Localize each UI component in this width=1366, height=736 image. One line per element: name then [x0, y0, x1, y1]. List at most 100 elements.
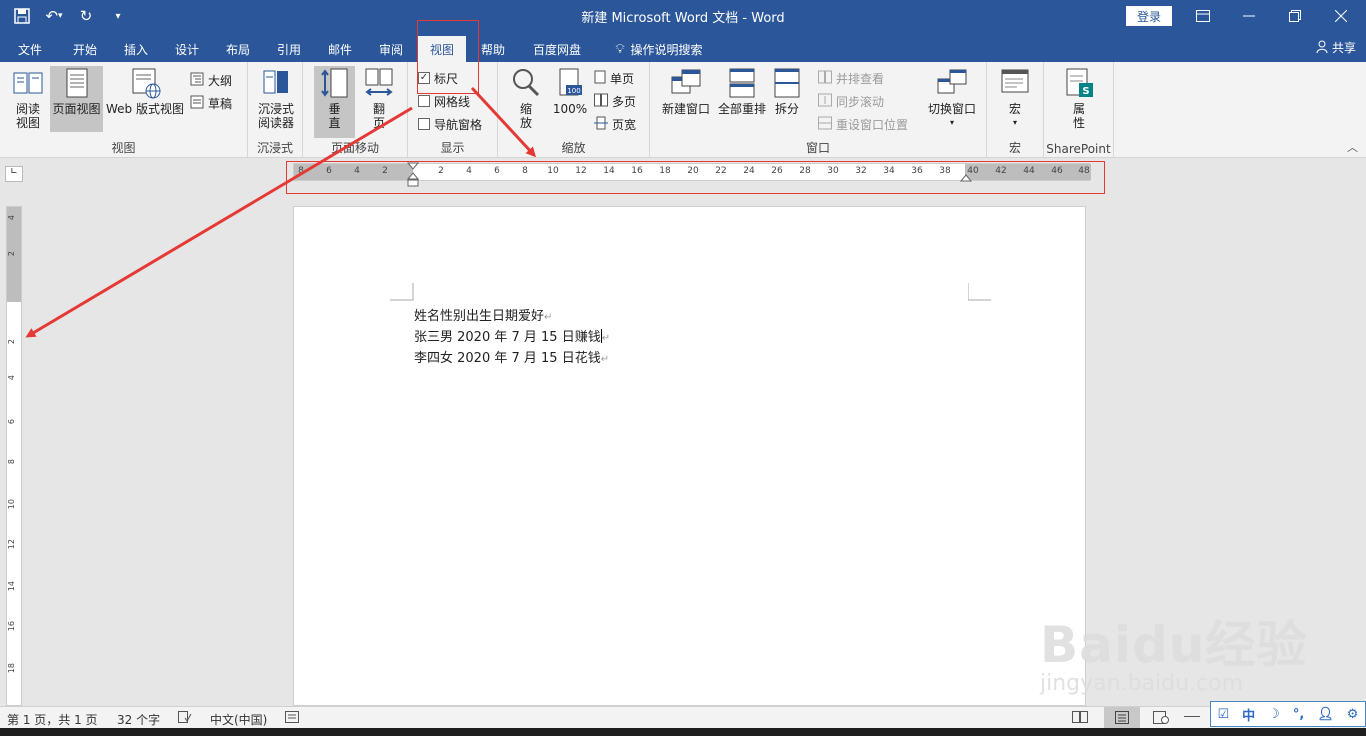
web-layout-view-icon[interactable]: [1153, 711, 1169, 727]
ime-mode-label[interactable]: 中: [1242, 705, 1255, 724]
tab-layout[interactable]: 布局: [216, 36, 260, 62]
tab-design[interactable]: 设计: [164, 36, 210, 62]
language[interactable]: 中文(中国): [210, 711, 267, 728]
macros-button[interactable]: 宏 ▾: [999, 67, 1031, 130]
switch-windows-icon: [936, 67, 968, 99]
ruler-tick: 4: [7, 215, 16, 221]
ruler-tick: 2: [7, 339, 16, 345]
multiple-pages-button[interactable]: 多页: [594, 91, 636, 111]
draft-icon: [190, 95, 204, 112]
login-button[interactable]: 登录: [1126, 6, 1172, 26]
read-mode-view-icon[interactable]: [1072, 711, 1088, 726]
page-width-label: 页宽: [612, 117, 637, 132]
side-to-side-button[interactable]: 翻 页: [359, 67, 399, 130]
zoom-button[interactable]: 缩 放: [510, 67, 542, 130]
gridlines-checkbox[interactable]: 网格线: [418, 91, 470, 111]
tab-tell-me[interactable]: 💡︎ 操作说明搜索: [604, 36, 714, 62]
vertical-ruler[interactable]: 4 2 2 4 6 8 10 12 14 16 18: [6, 206, 22, 706]
ribbon: 阅读 视图 页面视图 Web 版式视图 大纲 草稿 视图 沉浸式 阅读器 沉浸式…: [0, 62, 1366, 158]
outline-button[interactable]: 大纲: [190, 70, 232, 90]
read-mode-button[interactable]: 阅读 视图: [8, 67, 48, 130]
group-window: 新建窗口 全部重排 拆分 并排查看 同步滚动 重设窗口位置 切换窗口 ▾ 窗口: [650, 62, 987, 158]
margin-corner-mark: [390, 283, 414, 301]
close-icon[interactable]: [1318, 4, 1364, 28]
ime-settings-icon[interactable]: ☑: [1218, 707, 1230, 722]
draft-button[interactable]: 草稿: [190, 93, 232, 113]
one-page-icon: [594, 70, 606, 87]
view-side-by-side-button[interactable]: 并排查看: [818, 68, 884, 88]
vertical-button[interactable]: 垂 直: [314, 66, 355, 138]
group-show-label: 显示: [440, 141, 465, 155]
half-width-icon[interactable]: ☽: [1268, 707, 1280, 722]
tab-review[interactable]: 审阅: [368, 36, 414, 62]
word-count[interactable]: 32 个字: [117, 711, 160, 728]
multiple-pages-icon: [594, 93, 608, 110]
arrange-all-button[interactable]: 全部重排: [714, 67, 770, 116]
print-layout-label: 页面视图: [52, 102, 101, 116]
nav-pane-check-icon: [418, 118, 430, 130]
print-layout-button[interactable]: 页面视图: [50, 66, 103, 132]
tab-file[interactable]: 文件: [8, 36, 52, 62]
ruler-tick: 12: [7, 539, 16, 550]
tab-mailings[interactable]: 邮件: [318, 36, 362, 62]
group-immersive-label: 沉浸式: [256, 141, 293, 155]
reset-window-icon: [818, 116, 832, 133]
magnifier-icon: [510, 67, 542, 99]
group-zoom: 缩 放 100 100% 单页 多页 页宽 缩放: [498, 62, 650, 158]
sync-scroll-button[interactable]: 同步滚动: [818, 91, 884, 111]
document-line[interactable]: 李四女 2020 年 7 月 15 日花钱↵: [414, 347, 609, 366]
tab-references[interactable]: 引用: [266, 36, 312, 62]
punctuation-icon[interactable]: °,: [1293, 707, 1304, 722]
one-page-button[interactable]: 单页: [594, 68, 634, 88]
ribbon-display-options-icon[interactable]: [1180, 4, 1226, 28]
zoom-100-button[interactable]: 100 100%: [550, 67, 590, 116]
tab-home[interactable]: 开始: [62, 36, 108, 62]
user-icon[interactable]: 👤︎: [1317, 707, 1334, 722]
reset-window-label: 重设窗口位置: [836, 117, 909, 132]
tab-insert[interactable]: 插入: [114, 36, 158, 62]
web-layout-button[interactable]: Web 版式视图: [104, 67, 186, 116]
document-line[interactable]: 姓名性别出生日期爱好↵: [414, 305, 552, 324]
collapse-ribbon-icon[interactable]: ︿: [1347, 139, 1358, 155]
vertical-scroll-icon: [319, 67, 351, 99]
paragraph-mark: ↵: [600, 354, 610, 365]
macro-recording-icon[interactable]: [285, 711, 299, 726]
page-count[interactable]: 第 1 页，共 1 页: [7, 711, 98, 728]
print-layout-view-icon[interactable]: [1104, 707, 1140, 728]
properties-button[interactable]: S 属 性: [1063, 67, 1095, 130]
switch-windows-button[interactable]: 切换窗口 ▾: [924, 67, 980, 130]
new-window-button[interactable]: 新建窗口: [658, 67, 714, 116]
ruler-tick: 10: [7, 499, 16, 510]
person-icon: [1316, 40, 1328, 56]
paragraph-mark: ↵: [601, 333, 611, 344]
immersive-reader-label: 沉浸式 阅读器: [257, 102, 294, 130]
page-width-button[interactable]: 页宽: [594, 114, 636, 134]
ruler-tick: 14: [7, 581, 16, 592]
nav-pane-checkbox[interactable]: 导航窗格: [418, 114, 482, 134]
reset-window-position-button[interactable]: 重设窗口位置: [818, 114, 908, 134]
proofing-icon[interactable]: [178, 711, 192, 726]
restore-icon[interactable]: [1272, 4, 1318, 28]
minimize-icon[interactable]: [1226, 4, 1272, 28]
group-macros-label: 宏: [1008, 141, 1021, 155]
tab-selector-icon[interactable]: ∟: [5, 166, 23, 182]
line-text: 张三男 2020 年 7 月 15 日赚钱: [414, 330, 601, 345]
group-window-label: 窗口: [805, 141, 830, 155]
baidu-logo: Baidu经验: [1040, 616, 1308, 674]
gear-icon[interactable]: ⚙: [1347, 707, 1359, 722]
group-immersive: 沉浸式 阅读器 沉浸式: [248, 62, 303, 158]
split-button[interactable]: 拆分: [770, 67, 804, 116]
document-page[interactable]: 姓名性别出生日期爱好↵ 张三男 2020 年 7 月 15 日赚钱↵ 李四女 2…: [293, 206, 1086, 706]
immersive-reader-button[interactable]: 沉浸式 阅读器: [254, 67, 298, 130]
svg-text:S: S: [1082, 86, 1089, 97]
switch-windows-dropdown-icon: ▾: [949, 118, 954, 127]
share-button[interactable]: 共享: [1316, 39, 1356, 56]
annotation-box-view-tab: [417, 20, 479, 94]
document-line[interactable]: 张三男 2020 年 7 月 15 日赚钱↵: [414, 326, 610, 345]
side-to-side-icon: [363, 67, 395, 99]
zoom-out-icon[interactable]: [1184, 716, 1200, 717]
ribbon-tab-bar: 文件 开始 插入 设计 布局 引用 邮件 审阅 视图 帮助 百度网盘 💡︎ 操作…: [0, 32, 1366, 62]
tab-baidu-netdisk[interactable]: 百度网盘: [522, 36, 592, 62]
group-macros: 宏 ▾ 宏: [987, 62, 1044, 158]
zoom-100-icon: 100: [554, 67, 586, 99]
